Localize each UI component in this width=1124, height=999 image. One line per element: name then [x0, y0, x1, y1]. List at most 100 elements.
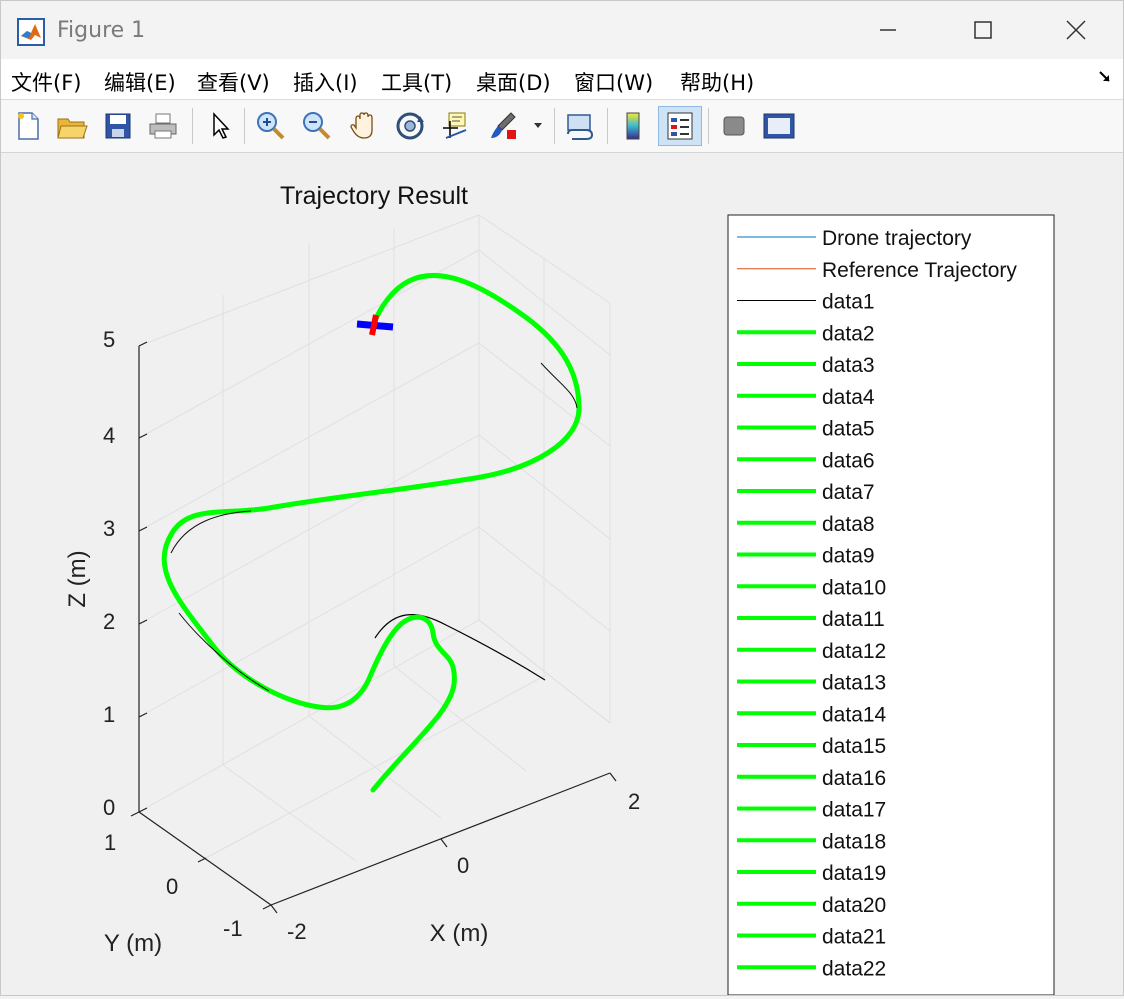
legend-label: data11 — [822, 608, 885, 631]
menu-desktop[interactable]: 桌面(D) — [476, 67, 551, 97]
legend-label: data18 — [822, 830, 886, 853]
link-plot-icon — [567, 114, 594, 140]
colorbar-button[interactable] — [614, 106, 652, 146]
legend-label: data3 — [822, 354, 875, 377]
title-bar: Figure 1 — [1, 1, 1123, 59]
toolbar-separator — [554, 108, 555, 144]
legend-label: data9 — [822, 545, 875, 568]
data-cursor-icon — [443, 112, 467, 139]
legend-label: data21 — [822, 926, 886, 949]
hide-tools-button[interactable] — [715, 106, 753, 146]
legend-label: data22 — [822, 957, 886, 980]
z-tick-label: 2 — [103, 609, 115, 634]
toolbar-separator — [708, 108, 709, 144]
menu-tools[interactable]: 工具(T) — [381, 67, 452, 97]
menu-insert[interactable]: 插入(I) — [293, 67, 358, 97]
window-title: Figure 1 — [57, 18, 146, 43]
legend-icon — [667, 112, 693, 140]
z-tick-label: 4 — [103, 423, 115, 448]
zoom-out-button[interactable] — [298, 106, 336, 146]
figure-canvas: 0 1 2 3 4 5 1 0 -1 -2 0 2 Trajectory Res… — [1, 153, 1123, 996]
pointer-icon — [213, 112, 230, 139]
figure-window: Figure 1 文件(F) 编辑(E) 查看(V) 插入(I) 工具(T) 桌… — [0, 0, 1124, 996]
legend-label: data19 — [822, 862, 886, 885]
y-tick-label: -1 — [223, 916, 243, 941]
dock-figure-button[interactable] — [760, 106, 798, 146]
legend-label: data16 — [822, 767, 886, 790]
new-figure-icon — [18, 112, 39, 140]
legend-label: data12 — [822, 640, 886, 663]
legend-label: data2 — [822, 322, 875, 345]
save-button[interactable] — [99, 106, 137, 146]
dock-arrow-icon[interactable] — [1097, 69, 1113, 85]
dock-figure-icon — [763, 113, 795, 139]
pointer-button[interactable] — [201, 106, 239, 146]
matlab-logo-icon — [17, 18, 45, 46]
colorbar-icon — [626, 112, 640, 140]
legend-label: data15 — [822, 735, 886, 758]
print-button[interactable] — [144, 106, 182, 146]
x-tick-label: 0 — [457, 853, 469, 878]
z-tick-label: 1 — [103, 702, 115, 727]
figure-toolbar — [1, 100, 1123, 153]
pan-hand-icon — [350, 112, 373, 139]
legend-label: data6 — [822, 449, 875, 472]
z-tick-label: 0 — [103, 795, 115, 820]
y-tick-label: 0 — [166, 874, 178, 899]
toolbar-separator — [607, 108, 608, 144]
z-tick-label: 5 — [103, 327, 115, 352]
menu-help[interactable]: 帮助(H) — [680, 67, 754, 97]
x-tick-label: 2 — [628, 789, 640, 814]
pan-button[interactable] — [345, 106, 383, 146]
legend-label: data8 — [822, 513, 875, 536]
chart-title: Trajectory Result — [280, 182, 468, 210]
maximize-icon — [974, 21, 992, 39]
legend-label: data4 — [822, 386, 875, 409]
z-tick-label: 3 — [103, 516, 115, 541]
rotate-3d-button[interactable] — [391, 106, 429, 146]
open-file-icon — [57, 118, 88, 139]
legend-button[interactable] — [658, 106, 702, 146]
menu-edit[interactable]: 编辑(E) — [104, 67, 176, 97]
y-tick-label: 1 — [104, 830, 116, 855]
green-trajectory-line — [161, 272, 582, 793]
legend-label: data20 — [822, 894, 886, 917]
chevron-down-icon — [534, 123, 542, 128]
close-button[interactable] — [1051, 11, 1101, 49]
menu-view[interactable]: 查看(V) — [197, 67, 270, 97]
legend[interactable]: Drone trajectory Reference Trajectory data… — [727, 214, 1055, 996]
x-tick-label: -2 — [287, 919, 307, 944]
trajectory-plot[interactable]: 0 1 2 3 4 5 1 0 -1 -2 0 2 Trajectory Res… — [1, 153, 1123, 996]
legend-label: Reference Trajectory — [822, 259, 1017, 282]
menu-bar: 文件(F) 编辑(E) 查看(V) 插入(I) 工具(T) 桌面(D) 窗口(W… — [1, 59, 1123, 100]
brush-button[interactable] — [484, 106, 522, 146]
close-icon — [1066, 20, 1086, 40]
link-plot-button[interactable] — [561, 106, 599, 146]
hide-tools-icon — [723, 116, 745, 136]
axes-lines — [130, 341, 617, 914]
minimize-icon — [880, 29, 896, 31]
drone-marker — [356, 314, 394, 336]
brush-dropdown-button[interactable] — [528, 106, 548, 146]
legend-label: data5 — [822, 418, 875, 441]
zoom-in-icon — [257, 112, 285, 140]
zoom-in-button[interactable] — [252, 106, 290, 146]
maximize-button[interactable] — [958, 11, 1008, 49]
rotate-3d-icon — [396, 112, 424, 140]
print-icon — [149, 113, 177, 139]
legend-label: data14 — [822, 703, 887, 726]
menu-file[interactable]: 文件(F) — [11, 67, 81, 97]
legend-label: data7 — [822, 481, 875, 504]
legend-label: data17 — [822, 799, 886, 822]
new-figure-button[interactable] — [9, 106, 47, 146]
zoom-out-icon — [303, 112, 331, 140]
data-cursor-button[interactable] — [437, 106, 475, 146]
open-file-button[interactable] — [53, 106, 91, 146]
minimize-button[interactable] — [863, 11, 913, 49]
toolbar-separator — [192, 108, 193, 144]
menu-window[interactable]: 窗口(W) — [574, 67, 653, 97]
legend-label: Drone trajectory — [822, 227, 972, 250]
brush-icon — [491, 112, 516, 139]
toolbar-separator — [244, 108, 245, 144]
legend-label: data1 — [822, 291, 875, 314]
